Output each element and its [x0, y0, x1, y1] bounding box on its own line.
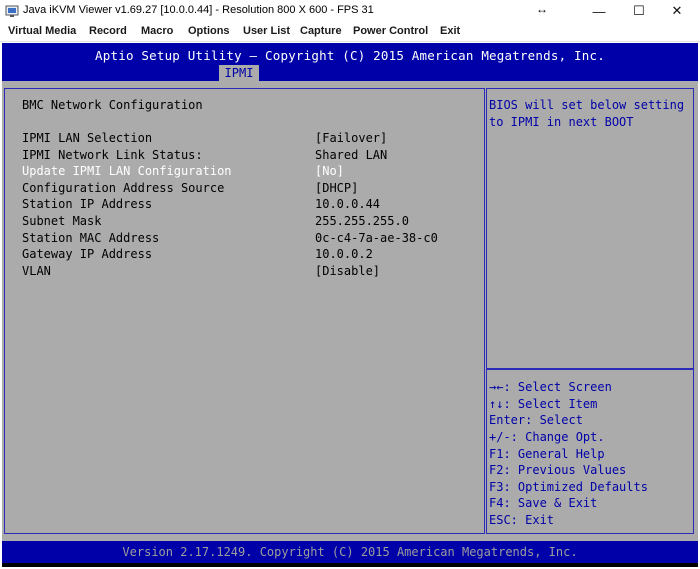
setting-subnet-mask-value: 255.255.255.0 [315, 214, 409, 228]
setting-link-status-value: Shared LAN [315, 148, 388, 162]
setting-station-ip-value: 10.0.0.44 [315, 197, 381, 211]
window-title: Java iKVM Viewer v1.69.27 [10.0.0.44] - … [23, 4, 374, 16]
key-help-select-item: ↑↓: Select Item [489, 397, 598, 411]
setting-ipmi-lan-selection-value[interactable]: [Failover] [315, 131, 387, 145]
close-button[interactable]: ✕ [654, 0, 700, 22]
window-title-bar[interactable]: Java iKVM Viewer v1.69.27 [10.0.0.44] - … [0, 0, 700, 22]
setting-address-source-value[interactable]: [DHCP] [315, 181, 358, 195]
key-help-f2: F2: Previous Values [489, 463, 627, 477]
bios-body: BMC Network Configuration IPMI LAN Selec… [2, 81, 698, 541]
key-help-esc: ESC: Exit [489, 513, 555, 527]
key-help-change-opt: +/-: Change Opt. [489, 430, 605, 444]
menu-virtual-media[interactable]: Virtual Media [8, 25, 76, 37]
setting-vlan-label[interactable]: VLAN [22, 264, 51, 278]
setting-subnet-mask-label: Subnet Mask [22, 214, 102, 228]
setting-update-lan-config-label[interactable]: Update IPMI LAN Configuration [22, 164, 232, 178]
setting-mac-address-value: 0c-c4-7a-ae-38-c0 [315, 231, 438, 245]
key-help-f4: F4: Save & Exit [489, 496, 598, 510]
key-help-select-screen: →←: Select Screen [489, 380, 612, 394]
bios-footer: Version 2.17.1249. Copyright (C) 2015 Am… [2, 541, 698, 563]
menu-power-control[interactable]: Power Control [353, 25, 428, 37]
help-panel [486, 88, 694, 369]
key-help-f1: F1: General Help [489, 447, 605, 461]
menu-user-list[interactable]: User List [243, 25, 290, 37]
version-text: Version 2.17.1249. Copyright (C) 2015 Am… [122, 545, 578, 559]
menu-record[interactable]: Record [89, 25, 127, 37]
kvm-screen[interactable]: Aptio Setup Utility – Copyright (C) 2015… [2, 43, 698, 567]
java-app-icon [5, 5, 19, 17]
menu-macro[interactable]: Macro [141, 25, 173, 37]
setting-ipmi-lan-selection-label[interactable]: IPMI LAN Selection [22, 131, 152, 145]
setting-link-status-label: IPMI Network Link Status: [22, 148, 203, 162]
setting-vlan-value[interactable]: [Disable] [315, 264, 380, 278]
setting-mac-address-label: Station MAC Address [22, 231, 160, 245]
help-text-line-1: BIOS will set below setting [489, 98, 685, 112]
setting-station-ip-label: Station IP Address [22, 197, 153, 211]
setting-gateway-ip-label: Gateway IP Address [22, 247, 153, 261]
tab-ipmi[interactable]: IPMI [219, 65, 259, 81]
setting-address-source-label[interactable]: Configuration Address Source [22, 181, 224, 195]
menu-capture[interactable]: Capture [300, 25, 342, 37]
bios-header: Aptio Setup Utility – Copyright (C) 2015… [2, 43, 698, 81]
help-text-line-2: to IPMI in next BOOT [489, 115, 634, 129]
menu-exit[interactable]: Exit [440, 25, 460, 37]
key-help-enter: Enter: Select [489, 413, 583, 427]
menu-bar: Virtual Media Record Macro Options User … [0, 22, 700, 42]
menu-options[interactable]: Options [188, 25, 230, 37]
key-help-f3: F3: Optimized Defaults [489, 480, 648, 494]
setting-update-lan-config-value[interactable]: [No] [315, 164, 344, 178]
section-title: BMC Network Configuration [22, 98, 203, 112]
resize-icon[interactable]: ↔ [536, 2, 548, 16]
setting-gateway-ip-value: 10.0.0.2 [315, 247, 373, 261]
bios-title: Aptio Setup Utility – Copyright (C) 2015… [95, 48, 605, 63]
